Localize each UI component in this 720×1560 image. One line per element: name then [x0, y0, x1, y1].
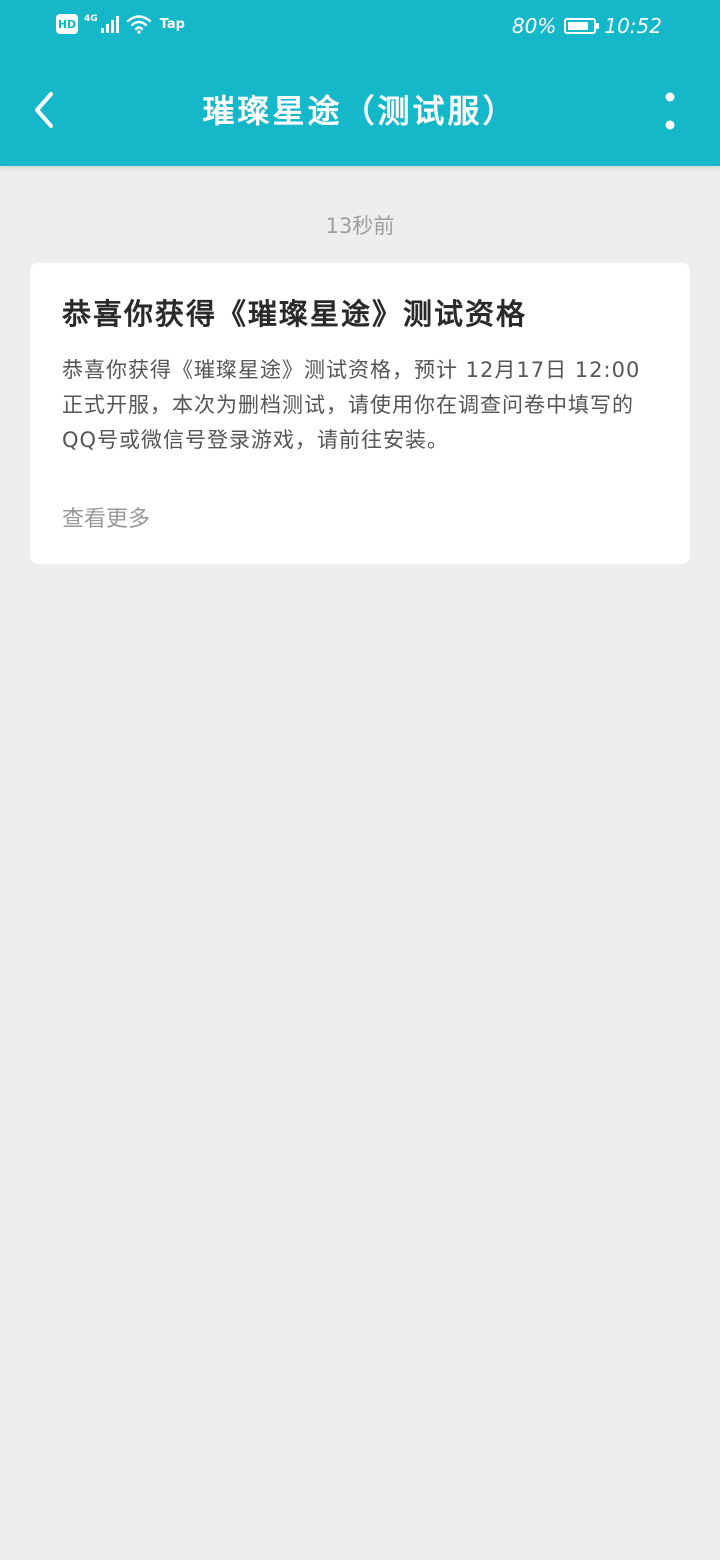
status-bar: HD 4G Tap 80% 10:52	[0, 0, 720, 56]
wifi-icon	[126, 15, 151, 34]
message-body: 恭喜你获得《璀璨星途》测试资格，预计 12月17日 12:00 正式开服，本次为…	[62, 358, 641, 452]
hd-icon: HD	[56, 14, 78, 34]
clock: 10:52	[604, 14, 662, 38]
status-left: HD 4G Tap	[56, 14, 185, 34]
chevron-left-icon	[35, 92, 53, 128]
more-vertical-icon	[665, 92, 675, 130]
battery-percent: 80%	[511, 14, 557, 38]
battery-fill	[568, 22, 588, 30]
more-button[interactable]	[656, 86, 684, 136]
battery-icon	[564, 18, 600, 34]
network-type: 4G	[84, 14, 98, 24]
message-timestamp: 13秒前	[325, 214, 395, 238]
signal-icon	[100, 16, 119, 33]
message-title: 恭喜你获得《璀璨星途》测试资格	[62, 297, 528, 331]
message-card[interactable]: 恭喜你获得《璀璨星途》测试资格 恭喜你获得《璀璨星途》测试资格，预计 12月17…	[30, 263, 690, 564]
tap-icon: Tap	[159, 16, 185, 32]
app-bar: 璀璨星途（测试服）	[0, 56, 720, 166]
back-button[interactable]	[22, 78, 66, 142]
header: HD 4G Tap 80% 10:52 璀璨星途（测试服）	[0, 0, 720, 166]
page-title: 璀璨星途（测试服）	[202, 92, 518, 130]
view-more-link[interactable]: 查看更多	[62, 501, 150, 533]
status-right: 80% 10:52	[512, 14, 662, 38]
